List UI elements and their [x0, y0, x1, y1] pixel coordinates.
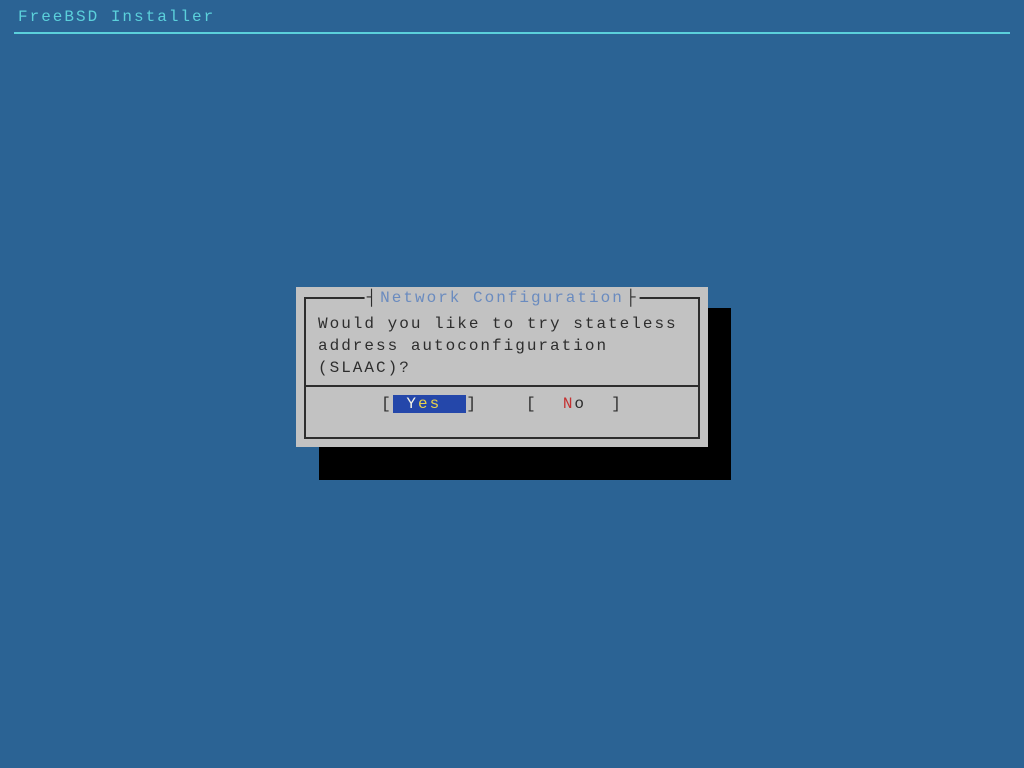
dialog-title-bar: ┤ Network Configuration ├: [365, 289, 640, 307]
dialog-message-line: address autoconfiguration: [318, 335, 686, 357]
bracket-close: ]: [466, 395, 478, 413]
dialog-title: Network Configuration: [380, 289, 624, 307]
yes-button-label: Yes: [393, 395, 467, 413]
no-button[interactable]: [ No ]: [526, 395, 623, 413]
yes-hotkey: Y: [406, 395, 418, 413]
title-tick-left: ┤: [365, 289, 381, 307]
bracket-close: ]: [611, 395, 623, 413]
bracket-open: [: [526, 395, 538, 413]
dialog-message-line: Would you like to try stateless: [318, 313, 686, 335]
dialog-button-row: [ Yes ] [ No ]: [306, 395, 698, 413]
yes-rest: es: [418, 395, 441, 413]
dialog-message-line: (SLAAC)?: [318, 357, 686, 379]
installer-header: FreeBSD Installer: [0, 0, 1024, 38]
no-rest: o: [574, 395, 586, 413]
dialog-divider: [306, 385, 698, 387]
bracket-open: [: [381, 395, 393, 413]
no-hotkey: N: [563, 395, 575, 413]
installer-title: FreeBSD Installer: [18, 8, 1006, 26]
yes-button[interactable]: [ Yes ]: [381, 395, 478, 413]
no-button-label: No: [538, 395, 612, 413]
title-tick-right: ├: [624, 289, 640, 307]
dialog-frame: ┤ Network Configuration ├ Would you like…: [304, 297, 700, 439]
header-divider: [14, 32, 1010, 34]
dialog-message: Would you like to try stateless address …: [318, 313, 686, 379]
network-config-dialog: ┤ Network Configuration ├ Would you like…: [296, 287, 708, 447]
